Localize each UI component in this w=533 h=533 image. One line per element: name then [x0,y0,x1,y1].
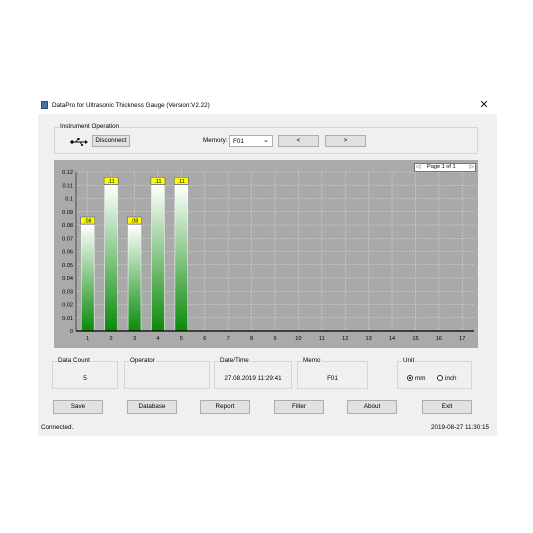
x-tick-label: 14 [389,336,395,342]
memo-label: Memo [302,357,322,364]
save-button[interactable]: Save [53,400,103,414]
database-button[interactable]: Database [127,400,177,414]
about-button[interactable]: About [347,400,397,414]
y-tick-label: 0 [70,329,73,335]
x-tick-label: 2 [110,336,113,342]
close-icon[interactable]: ✕ [477,98,491,112]
client-area: Instrument Operation Disconnect Memory: … [38,114,497,421]
report-button[interactable]: Report [200,400,250,414]
y-tick-label: 0.09 [62,210,73,216]
memo-value: F01 [327,375,338,382]
y-tick-label: 0.06 [62,250,73,256]
unit-mm-label: mm [415,375,426,382]
data-label: .11 [154,179,161,185]
pager-prev-icon[interactable]: ◁ [416,164,420,171]
operator-group: Operator [124,357,210,389]
unit-mm-radio[interactable] [407,375,413,381]
x-tick-label: 8 [250,336,253,342]
operator-label: Operator [129,357,156,364]
usb-icon [70,138,88,146]
thickness-chart: 0.12 0.11 0.1 0.09 0.08 0.07 0.06 0.05 0.04 0.03 0… [54,160,478,348]
unit-group: Unit mm inch [397,357,472,389]
x-tick-label: 10 [295,336,301,342]
exit-button[interactable]: Exit [422,400,472,414]
bar [127,224,142,332]
y-tick-label: 0.08 [62,223,73,229]
data-label: .08 [131,219,139,225]
window-title: DataPro for Ultrasonic Thickness Gauge (… [52,102,210,109]
memo-group: Memo F01 [297,357,368,389]
memory-next-button[interactable]: > [325,135,366,147]
unit-inch-label: inch [445,375,457,382]
y-tick-label: 0.05 [62,263,73,269]
memory-label: Memory: [203,137,228,144]
x-tick-label: 16 [436,336,442,342]
bar [174,185,189,332]
x-tick-label: 9 [273,336,276,342]
app-icon [41,101,48,109]
data-label: .08 [84,219,92,225]
data-label: .11 [108,179,115,185]
y-tick-label: 0.11 [63,183,73,189]
y-tick-label: 0.03 [62,289,73,295]
x-tick-label: 13 [366,336,372,342]
bar [151,185,165,332]
y-tick-label: 0.07 [62,236,73,242]
x-tick-label: 3 [133,336,136,342]
title-bar: DataPro for Ultrasonic Thickness Gauge (… [38,96,497,114]
disconnect-button[interactable]: Disconnect [92,135,130,147]
bar [81,224,95,332]
pager-next-icon[interactable]: ▷ [470,164,474,171]
x-tick-label: 17 [459,336,465,342]
y-tick-label: 0.1 [65,197,73,203]
filter-button[interactable]: Filter [274,400,324,414]
instrument-operation-legend: Instrument Operation [59,123,121,130]
datetime-group: Date/Time 27.08.2019 11:29:41 [214,357,292,389]
datetime-label: Date/Time [219,357,250,364]
x-tick-label: 6 [203,336,206,342]
x-tick-label: 5 [180,336,183,342]
chart-svg: 0.120.110.10.090.080.070.060.050.040.030… [62,170,474,342]
memory-select[interactable]: F01 ⌄ [229,135,273,147]
x-tick-label: 1 [86,336,89,342]
y-tick-label: 0.12 [62,170,73,176]
unit-label: Unit [402,357,416,364]
y-tick-label: 0.04 [62,276,73,282]
app-window: DataPro for Ultrasonic Thickness Gauge (… [38,96,497,436]
data-label: .11 [178,179,185,185]
pager-text: Page 1 of 1 [427,164,456,170]
x-tick-label: 11 [319,336,325,342]
bar [104,185,118,332]
data-count-value: 5 [83,375,87,382]
x-tick-label: 7 [227,336,230,342]
x-tick-label: 12 [342,336,348,342]
data-count-group: Data Count 5 [52,357,118,389]
status-clock: 2019-08-27 11:30:15 [430,424,489,431]
chevron-down-icon: ⌄ [263,137,269,144]
x-tick-label: 4 [156,336,159,342]
unit-inch-radio[interactable] [437,375,443,381]
memory-prev-button[interactable]: < [278,135,319,147]
instrument-operation-group: Instrument Operation Disconnect Memory: … [54,123,478,154]
y-tick-label: 0.01 [62,316,73,322]
status-bar: Connected. 2019-08-27 11:30:15 [38,421,497,436]
memory-select-value: F01 [233,138,244,145]
status-text: Connected. [41,424,74,431]
datetime-value: 27.08.2019 11:29:41 [224,375,282,382]
chart-pager: ◁ Page 1 of 1 ▷ [414,163,476,172]
x-tick-label: 15 [412,336,418,342]
data-count-label: Data Count [57,357,91,364]
y-tick-label: 0.02 [62,303,73,309]
